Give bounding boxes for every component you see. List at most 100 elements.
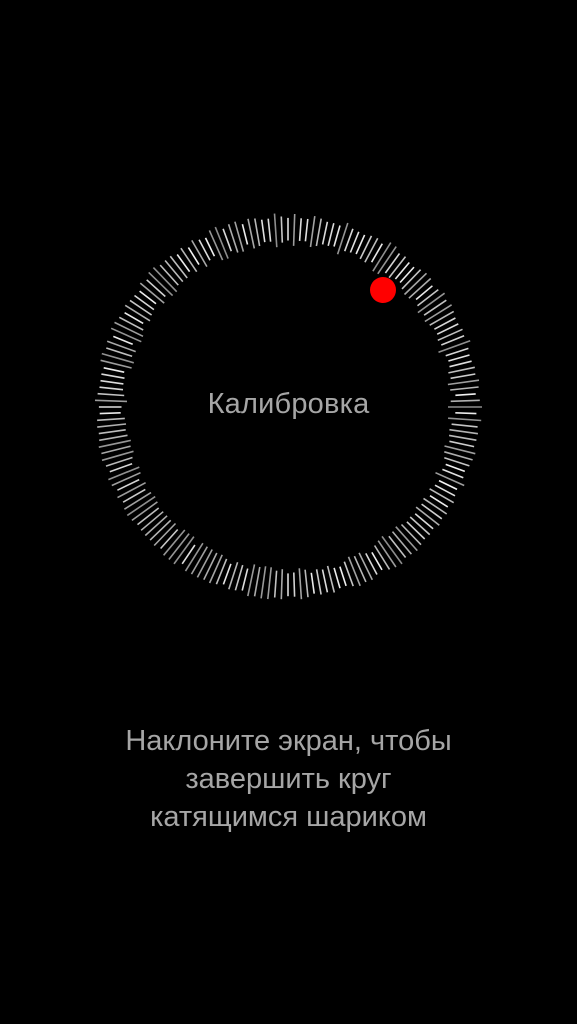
calibration-tick [146, 279, 166, 298]
instruction-line-3: катящимся шариком [150, 801, 427, 833]
calibration-tick [358, 552, 374, 581]
calibration-tick [327, 223, 335, 246]
calibration-tick [208, 230, 224, 261]
calibration-tick [214, 226, 229, 259]
calibration-tick [400, 523, 422, 546]
calibration-tick [112, 335, 134, 346]
calibration-tick [333, 567, 341, 589]
calibration-tick [137, 507, 160, 526]
calibration-tick [247, 218, 256, 249]
calibration-tick [98, 429, 126, 435]
calibration-tick [321, 221, 329, 245]
calibration-title: Калибровка [207, 388, 370, 420]
calibration-tick [191, 240, 208, 267]
calibration-tick [423, 497, 448, 515]
calibration-tick [384, 253, 401, 274]
calibration-tick [391, 531, 413, 555]
calibration-tick [208, 554, 223, 584]
calibration-tick [408, 277, 432, 299]
calibration-tick [364, 237, 379, 263]
calibration-tick [415, 506, 440, 526]
calibration-tick [445, 347, 469, 357]
calibration-tick [267, 218, 272, 242]
calibration-tick [280, 216, 284, 243]
calibration-tick [309, 215, 316, 248]
calibration-tick [108, 466, 140, 481]
calibration-tick [406, 521, 426, 540]
calibration-tick [149, 519, 172, 541]
calibration-tick [99, 434, 128, 442]
calibration-tick [222, 563, 232, 585]
calibration-tick [97, 423, 127, 428]
calibration-tick [292, 213, 296, 246]
calibration-tick [114, 321, 144, 338]
calibration-tick [449, 428, 479, 435]
calibration-tick [124, 304, 151, 322]
calibration-tick [388, 256, 407, 279]
calibration-tick [203, 552, 218, 581]
calibration-tick [123, 491, 152, 510]
calibration-tick [315, 218, 322, 247]
calibration-tick [448, 366, 475, 374]
calibration-tick [421, 503, 443, 520]
calibration-tick [100, 379, 124, 385]
calibration-tick [234, 564, 244, 591]
calibration-tick [253, 566, 261, 597]
calibration-tick [247, 564, 256, 597]
calibration-tick [134, 294, 155, 311]
calibration-tick [429, 310, 455, 326]
calibration-tick [140, 511, 164, 531]
calibration-tick [101, 445, 131, 455]
calibration-tick [435, 471, 465, 487]
calibration-tick [273, 570, 278, 598]
calibration-tick [424, 304, 453, 323]
calibration-tick [110, 327, 142, 343]
calibration-tick [394, 261, 410, 280]
calibration-tick [409, 516, 431, 536]
calibration-tick [118, 316, 144, 331]
calibration-tick [260, 566, 267, 599]
calibration-tick [449, 440, 475, 448]
calibration-tick [267, 567, 272, 600]
calibration-tick [333, 225, 341, 247]
calibration-tick [160, 528, 179, 550]
calibration-tick [273, 213, 278, 248]
calibration-tick [423, 299, 447, 316]
calibration-instructions: Наклоните экран, чтобы завершить круг ка… [0, 722, 577, 836]
calibration-tick [196, 549, 213, 578]
calibration-tick [293, 572, 296, 597]
calibration-tick [347, 556, 361, 587]
calibration-tick [122, 488, 146, 503]
calibration-tick [310, 572, 315, 594]
calibration-tick [101, 373, 125, 379]
calibration-tick [399, 266, 415, 284]
calibration-tick [241, 568, 249, 591]
calibration-tick [373, 545, 391, 570]
calibration-tick [326, 565, 336, 593]
calibration-tick [429, 488, 455, 504]
calibration-tick [448, 354, 470, 362]
calibration-tick [315, 569, 322, 595]
calibration-tick [298, 218, 302, 241]
calibration-tick [339, 566, 347, 587]
rolling-ball [370, 277, 396, 303]
calibration-tick [401, 269, 422, 290]
calibration-tick [353, 555, 367, 583]
compass-calibration-screen: Калибровка Наклоните экран, чтобы заверш… [0, 0, 577, 1024]
calibration-tick [260, 219, 266, 243]
calibration-tick [450, 373, 476, 380]
instruction-line-2: завершить круг [185, 763, 392, 795]
calibration-tick [98, 439, 131, 448]
calibration-tick [449, 360, 472, 368]
calibration-tick [304, 218, 309, 242]
calibration-tick [321, 569, 329, 593]
calibration-tick [447, 379, 480, 386]
calibration-tick [414, 513, 434, 530]
calibration-tick [417, 288, 439, 307]
calibration-tick [448, 434, 477, 441]
calibration-tick [304, 569, 309, 598]
calibration-tick [129, 299, 153, 316]
calibration-tick [117, 481, 146, 499]
calibration-tick [388, 535, 407, 558]
calibration-tick [415, 285, 433, 301]
